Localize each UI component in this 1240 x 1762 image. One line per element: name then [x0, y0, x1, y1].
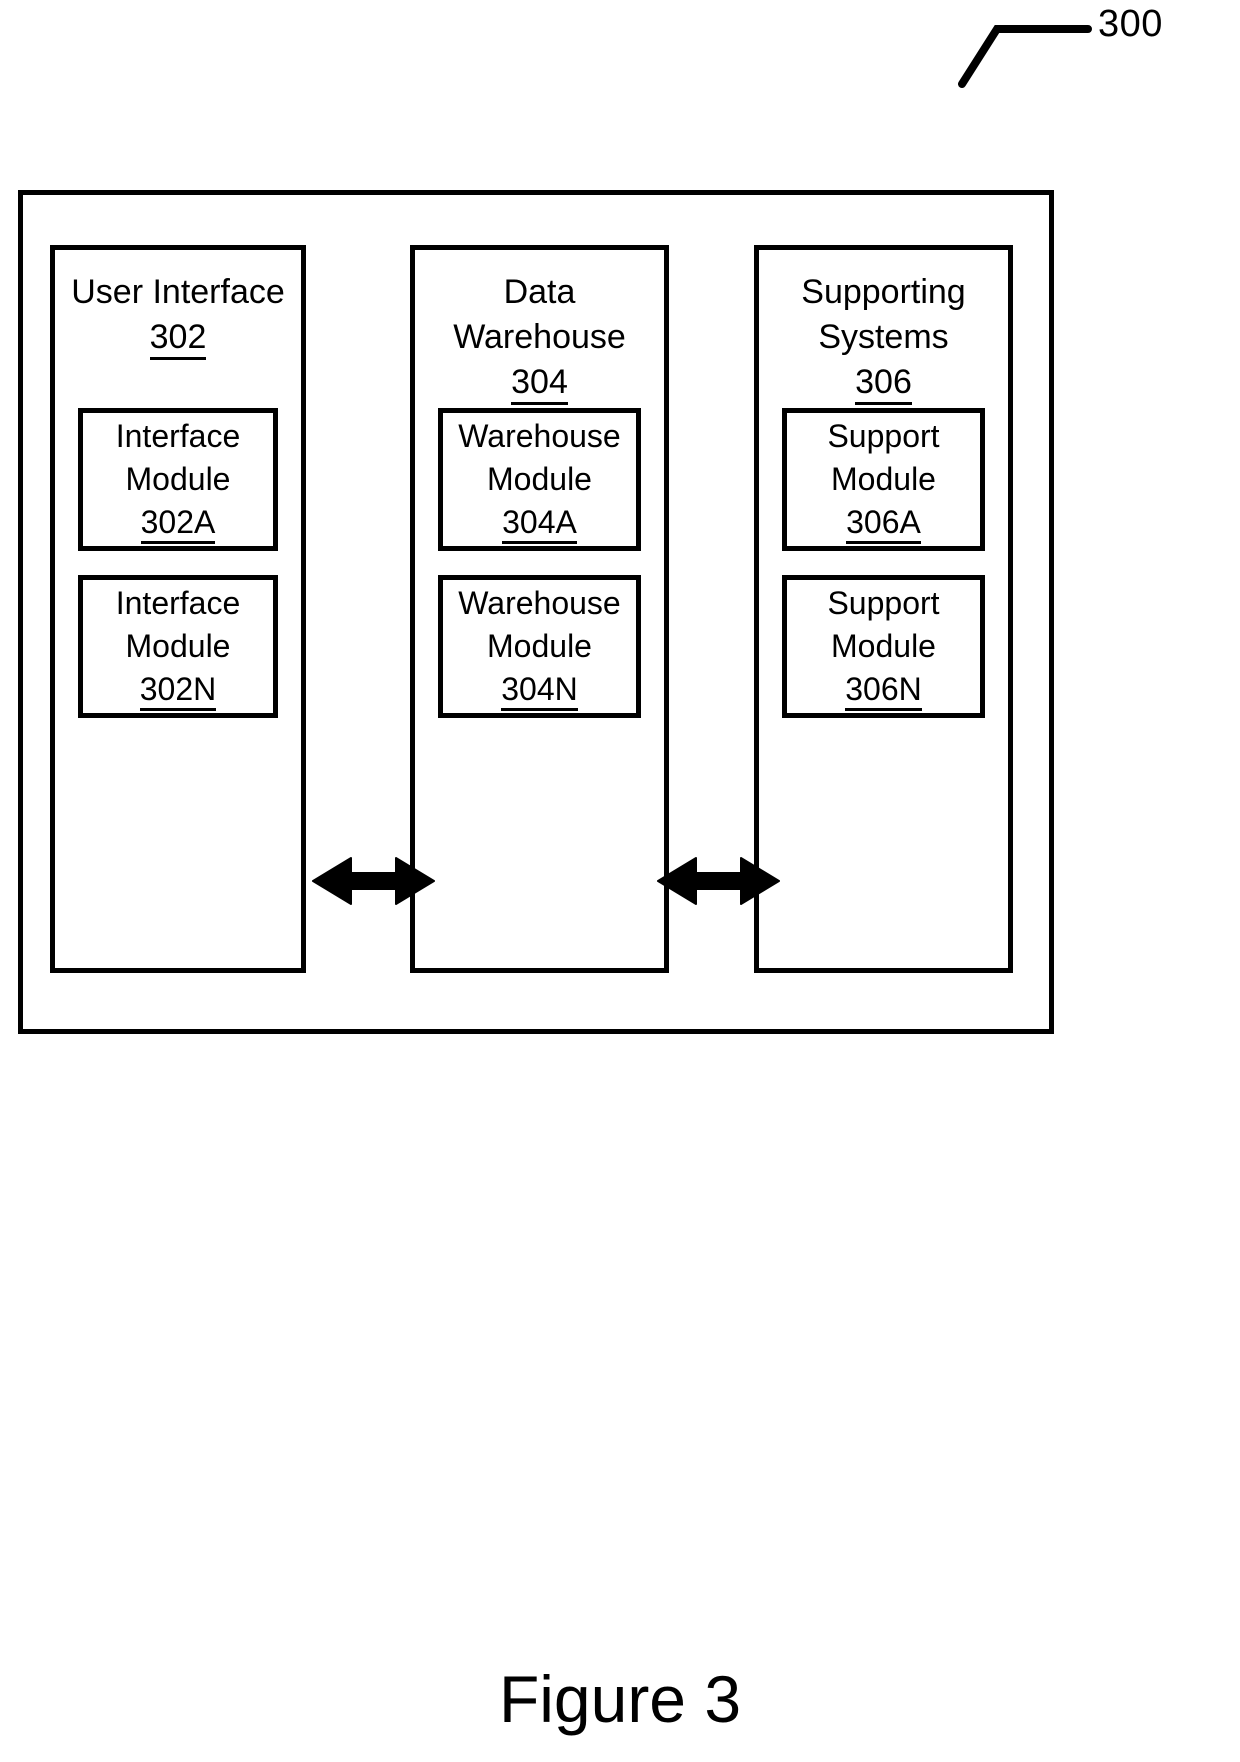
- module-title: Interface Module: [115, 585, 241, 664]
- figure-reference-callout: 300: [940, 2, 1240, 102]
- figure-caption: Figure 3: [498, 1662, 742, 1736]
- system-boundary-box: User Interface 302 Interface Module 302A…: [18, 190, 1054, 1034]
- module-box: Support Module 306N: [782, 575, 985, 718]
- module-title: Support Module: [827, 585, 940, 664]
- connector-data-warehouse-to-supporting-systems: [656, 850, 781, 912]
- module-box: Interface Module 302N: [78, 575, 278, 718]
- module-title: Warehouse Module: [458, 585, 621, 664]
- bidirectional-arrow-icon: [312, 857, 435, 905]
- block-user-interface-title: User Interface: [71, 273, 285, 311]
- block-data-warehouse-modules: Warehouse Module 304A Warehouse Module 3…: [438, 408, 641, 742]
- module-ref: 304N: [501, 668, 578, 711]
- leader-line-icon: [958, 25, 1092, 88]
- module-ref: 302A: [140, 501, 216, 544]
- figure-reference-number: 300: [1098, 3, 1163, 45]
- block-supporting-systems: Supporting Systems 306 Support Module 30…: [754, 245, 1013, 973]
- module-ref: 306N: [845, 668, 922, 711]
- module-box: Support Module 306A: [782, 408, 985, 551]
- block-user-interface-modules: Interface Module 302A Interface Module 3…: [78, 408, 278, 742]
- block-user-interface-ref: 302: [55, 315, 301, 360]
- connector-user-interface-to-data-warehouse: [311, 850, 436, 912]
- block-supporting-systems-modules: Support Module 306A Support Module 306N: [782, 408, 985, 742]
- block-supporting-systems-ref: 306: [759, 360, 1008, 405]
- block-data-warehouse-ref: 304: [415, 360, 664, 405]
- bidirectional-arrow-icon: [657, 857, 780, 905]
- module-box: Interface Module 302A: [78, 408, 278, 551]
- block-data-warehouse-title: Data Warehouse: [453, 273, 626, 356]
- module-title: Interface Module: [115, 418, 241, 497]
- block-data-warehouse: Data Warehouse 304 Warehouse Module 304A…: [410, 245, 669, 973]
- block-user-interface: User Interface 302 Interface Module 302A…: [50, 245, 306, 973]
- module-ref: 302N: [139, 668, 217, 711]
- block-supporting-systems-title: Supporting Systems: [801, 273, 966, 356]
- module-ref: 304A: [502, 501, 577, 544]
- module-box: Warehouse Module 304N: [438, 575, 641, 718]
- module-ref: 306A: [846, 501, 921, 544]
- module-title: Warehouse Module: [458, 418, 621, 497]
- module-title: Support Module: [827, 418, 940, 497]
- module-box: Warehouse Module 304A: [438, 408, 641, 551]
